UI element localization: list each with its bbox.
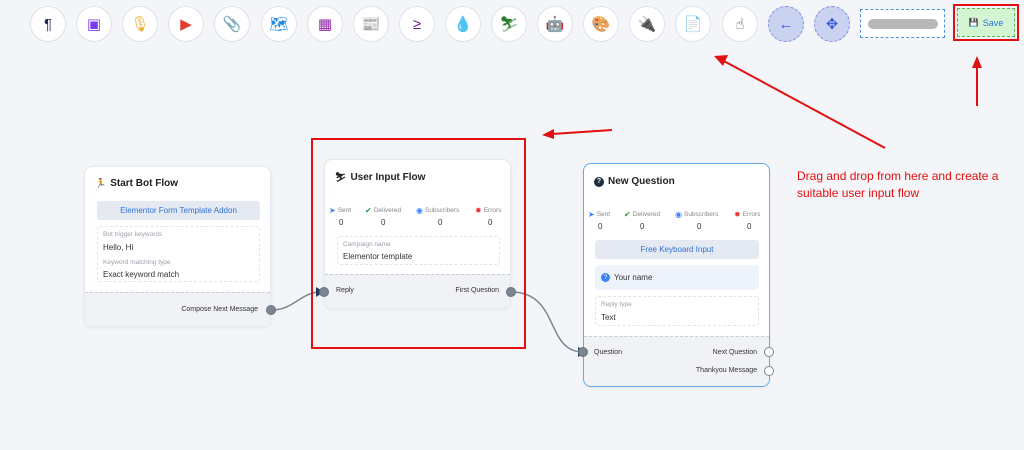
annotation-layer xyxy=(542,55,982,149)
annotation-arrowhead xyxy=(972,56,982,68)
annotation-arrowhead xyxy=(714,55,728,66)
annotation-arrow xyxy=(551,129,613,135)
annotation-text: Drag and drop from here and create a sui… xyxy=(797,169,999,200)
annotation-arrow xyxy=(721,59,886,149)
annotation-arrowhead xyxy=(542,129,554,139)
